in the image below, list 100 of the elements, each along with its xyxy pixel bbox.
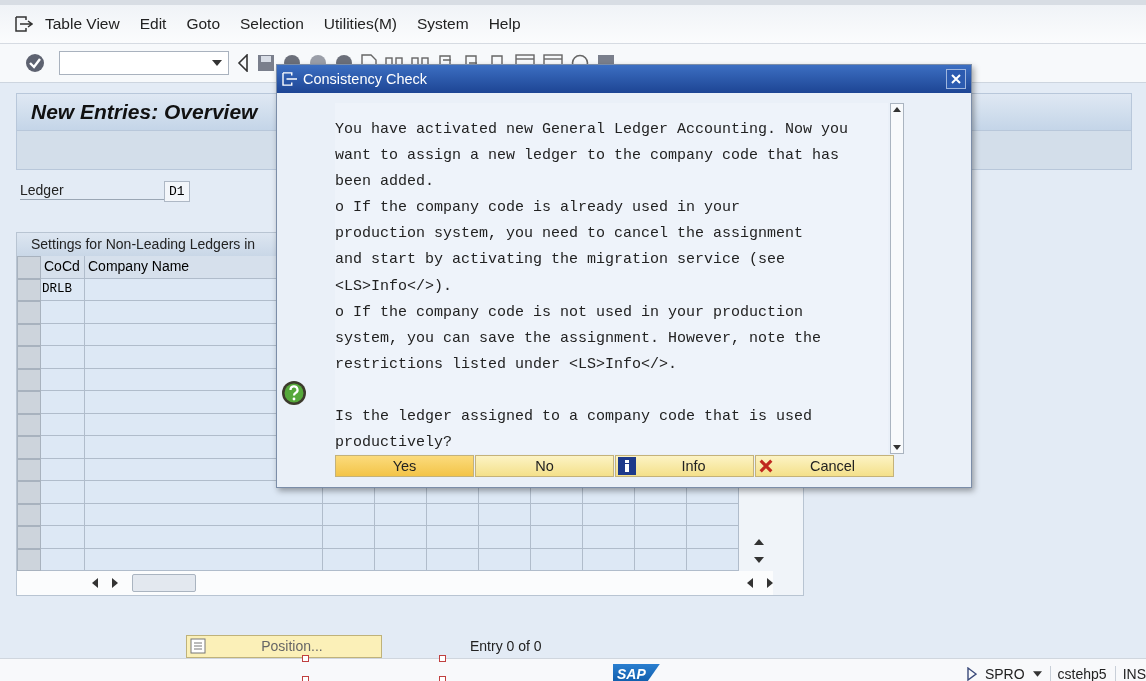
scroll-right-icon[interactable] bbox=[767, 578, 773, 588]
table-cell[interactable] bbox=[687, 503, 739, 526]
position-button[interactable]: Position... bbox=[186, 634, 382, 658]
table-cell[interactable] bbox=[323, 548, 375, 571]
table-cell[interactable] bbox=[41, 481, 85, 504]
row-selector[interactable] bbox=[17, 323, 41, 346]
menu-item[interactable]: Help bbox=[488, 15, 521, 33]
scroll-bar[interactable] bbox=[890, 103, 904, 454]
row-selector[interactable] bbox=[17, 436, 41, 459]
window-arrow-icon bbox=[282, 72, 298, 86]
dialog-button[interactable]: No bbox=[475, 455, 614, 477]
table-cell[interactable] bbox=[583, 526, 635, 549]
table-cell[interactable] bbox=[479, 503, 531, 526]
table-cell[interactable] bbox=[583, 503, 635, 526]
table-cell[interactable] bbox=[687, 526, 739, 549]
row-selector[interactable] bbox=[17, 503, 41, 526]
menu-item[interactable]: Utilities(M) bbox=[323, 15, 397, 33]
table-cell[interactable] bbox=[427, 503, 479, 526]
table-cell[interactable] bbox=[635, 503, 687, 526]
scroll-right-icon[interactable] bbox=[112, 578, 118, 588]
column-header[interactable]: CoCd bbox=[41, 256, 85, 279]
row-selector[interactable] bbox=[17, 368, 41, 391]
menu-item[interactable]: Table View bbox=[45, 15, 120, 33]
server-name: cstehp5 bbox=[1049, 666, 1107, 681]
table-cell[interactable] bbox=[531, 503, 583, 526]
ledger-field[interactable]: D1 bbox=[164, 180, 190, 202]
table-cell[interactable]: DRLB bbox=[41, 278, 85, 301]
close-button[interactable] bbox=[946, 69, 966, 89]
question-icon bbox=[281, 380, 307, 406]
info-button[interactable]: Info bbox=[615, 455, 754, 477]
table-cell[interactable] bbox=[41, 391, 85, 414]
table-cell[interactable] bbox=[375, 526, 427, 549]
table-cell[interactable] bbox=[85, 526, 323, 549]
row-selector[interactable] bbox=[17, 346, 41, 369]
entry-count: Entry 0 of 0 bbox=[470, 638, 542, 654]
command-field[interactable] bbox=[59, 51, 229, 75]
row-selector[interactable] bbox=[17, 548, 41, 571]
message-paragraph: You have activated new General Ledger Accounting. Now you want to assign a new ledger to the company code that has been added. bbox=[335, 120, 850, 193]
table-cell[interactable] bbox=[375, 503, 427, 526]
row-selector[interactable] bbox=[17, 481, 41, 504]
check-icon[interactable] bbox=[25, 53, 45, 73]
table-cell[interactable] bbox=[41, 436, 85, 459]
table-cell[interactable] bbox=[41, 301, 85, 324]
scroll-left-icon[interactable] bbox=[747, 578, 753, 588]
back-triangle-icon[interactable] bbox=[237, 54, 249, 72]
scroll-up-icon[interactable] bbox=[893, 107, 901, 112]
cross-icon bbox=[758, 458, 774, 474]
exit-icon[interactable] bbox=[15, 16, 33, 32]
table-cell[interactable] bbox=[41, 346, 85, 369]
table-cell[interactable] bbox=[323, 503, 375, 526]
caret-icon[interactable] bbox=[1032, 671, 1042, 677]
table-cell[interactable] bbox=[41, 548, 85, 571]
table-cell[interactable] bbox=[687, 548, 739, 571]
table-cell[interactable] bbox=[427, 548, 479, 571]
table-cell[interactable] bbox=[531, 548, 583, 571]
row-selector[interactable] bbox=[17, 413, 41, 436]
list-icon bbox=[190, 638, 206, 654]
table-cell[interactable] bbox=[41, 368, 85, 391]
table-cell[interactable] bbox=[427, 526, 479, 549]
insert-mode[interactable]: INS bbox=[1114, 666, 1146, 681]
table-cell[interactable] bbox=[323, 526, 375, 549]
table-cell[interactable] bbox=[85, 503, 323, 526]
play-triangle-icon[interactable] bbox=[966, 667, 977, 681]
menu-item[interactable]: System bbox=[416, 15, 469, 33]
table-cell[interactable] bbox=[375, 548, 427, 571]
table-cell[interactable] bbox=[41, 413, 85, 436]
row-selector[interactable] bbox=[17, 526, 41, 549]
logo: SAP bbox=[613, 664, 660, 681]
row-selector[interactable] bbox=[17, 301, 41, 324]
table-cell[interactable] bbox=[85, 548, 323, 571]
table-cell[interactable] bbox=[85, 481, 323, 504]
caret-icon[interactable] bbox=[212, 60, 222, 66]
scroll-up-icon[interactable] bbox=[754, 539, 764, 545]
table-cell[interactable] bbox=[635, 526, 687, 549]
menu-item[interactable]: Edit bbox=[139, 15, 167, 33]
transaction-code[interactable]: SPRO bbox=[984, 666, 1025, 681]
table-cell[interactable] bbox=[531, 526, 583, 549]
scroll-thumb[interactable] bbox=[132, 574, 196, 592]
table-cell[interactable] bbox=[479, 548, 531, 571]
table-cell[interactable] bbox=[41, 458, 85, 481]
table-cell[interactable] bbox=[635, 548, 687, 571]
dialog-button[interactable]: Yes bbox=[335, 455, 474, 477]
scroll-left-icon[interactable] bbox=[92, 578, 98, 588]
menu-item[interactable]: Goto bbox=[186, 15, 220, 33]
row-selector[interactable] bbox=[17, 278, 41, 301]
select-all-cell[interactable] bbox=[17, 256, 41, 279]
table-cell[interactable] bbox=[479, 526, 531, 549]
cancel-button[interactable]: Cancel bbox=[755, 455, 894, 477]
scroll-down-icon[interactable] bbox=[893, 445, 901, 450]
table-cell[interactable] bbox=[41, 526, 85, 549]
table-cell[interactable] bbox=[41, 503, 85, 526]
question-text: Is the ledger assigned to a company code that is used productively? bbox=[335, 406, 813, 454]
row-selector[interactable] bbox=[17, 391, 41, 414]
message-paragraph: o If the company code is not used in your production system, you can save the assignment. However, note the restrictions listed under <LS>Info</>. bbox=[335, 302, 823, 375]
row-selector[interactable] bbox=[17, 458, 41, 481]
table-cell[interactable] bbox=[41, 323, 85, 346]
table-cell[interactable] bbox=[583, 548, 635, 571]
scroll-down-icon[interactable] bbox=[754, 557, 764, 563]
menu-item[interactable]: Selection bbox=[240, 15, 304, 33]
save-icon[interactable] bbox=[257, 54, 275, 72]
